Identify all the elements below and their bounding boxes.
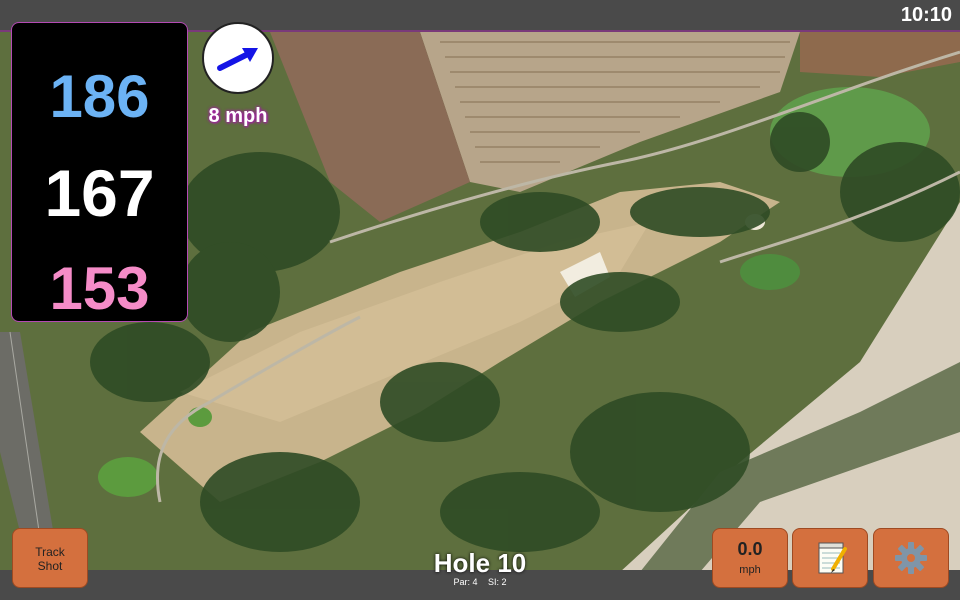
track-shot-label-line1: Track bbox=[35, 545, 65, 559]
hole-stroke-index: SI: 2 bbox=[488, 577, 507, 587]
hole-title: Hole 10 bbox=[433, 548, 527, 578]
middle-yardage: 167 bbox=[44, 156, 155, 230]
gear-icon bbox=[895, 542, 927, 574]
notepad-icon bbox=[818, 542, 847, 574]
wind-direction-arrow-icon bbox=[217, 48, 258, 71]
track-shot-button[interactable]: Track Shot bbox=[12, 528, 88, 588]
hole-par: Par: 4 bbox=[453, 577, 478, 587]
speed-value: 0.0 bbox=[737, 539, 763, 559]
track-shot-label-line2: Shot bbox=[37, 559, 63, 573]
settings-button[interactable] bbox=[873, 528, 949, 588]
yardage-panel: 186 167 153 bbox=[11, 22, 188, 322]
speed-unit: mph bbox=[739, 564, 761, 576]
hole-info: Par: 4 SI: 2 bbox=[380, 577, 580, 587]
speed-button[interactable]: 0.0 mph bbox=[712, 528, 788, 588]
clock: 10:10 bbox=[900, 4, 952, 26]
notes-button[interactable] bbox=[792, 528, 868, 588]
wind-indicator bbox=[202, 22, 274, 94]
front-yardage: 153 bbox=[49, 255, 150, 322]
wind-speed: 8 mph bbox=[208, 105, 268, 127]
back-yardage: 186 bbox=[49, 63, 150, 130]
